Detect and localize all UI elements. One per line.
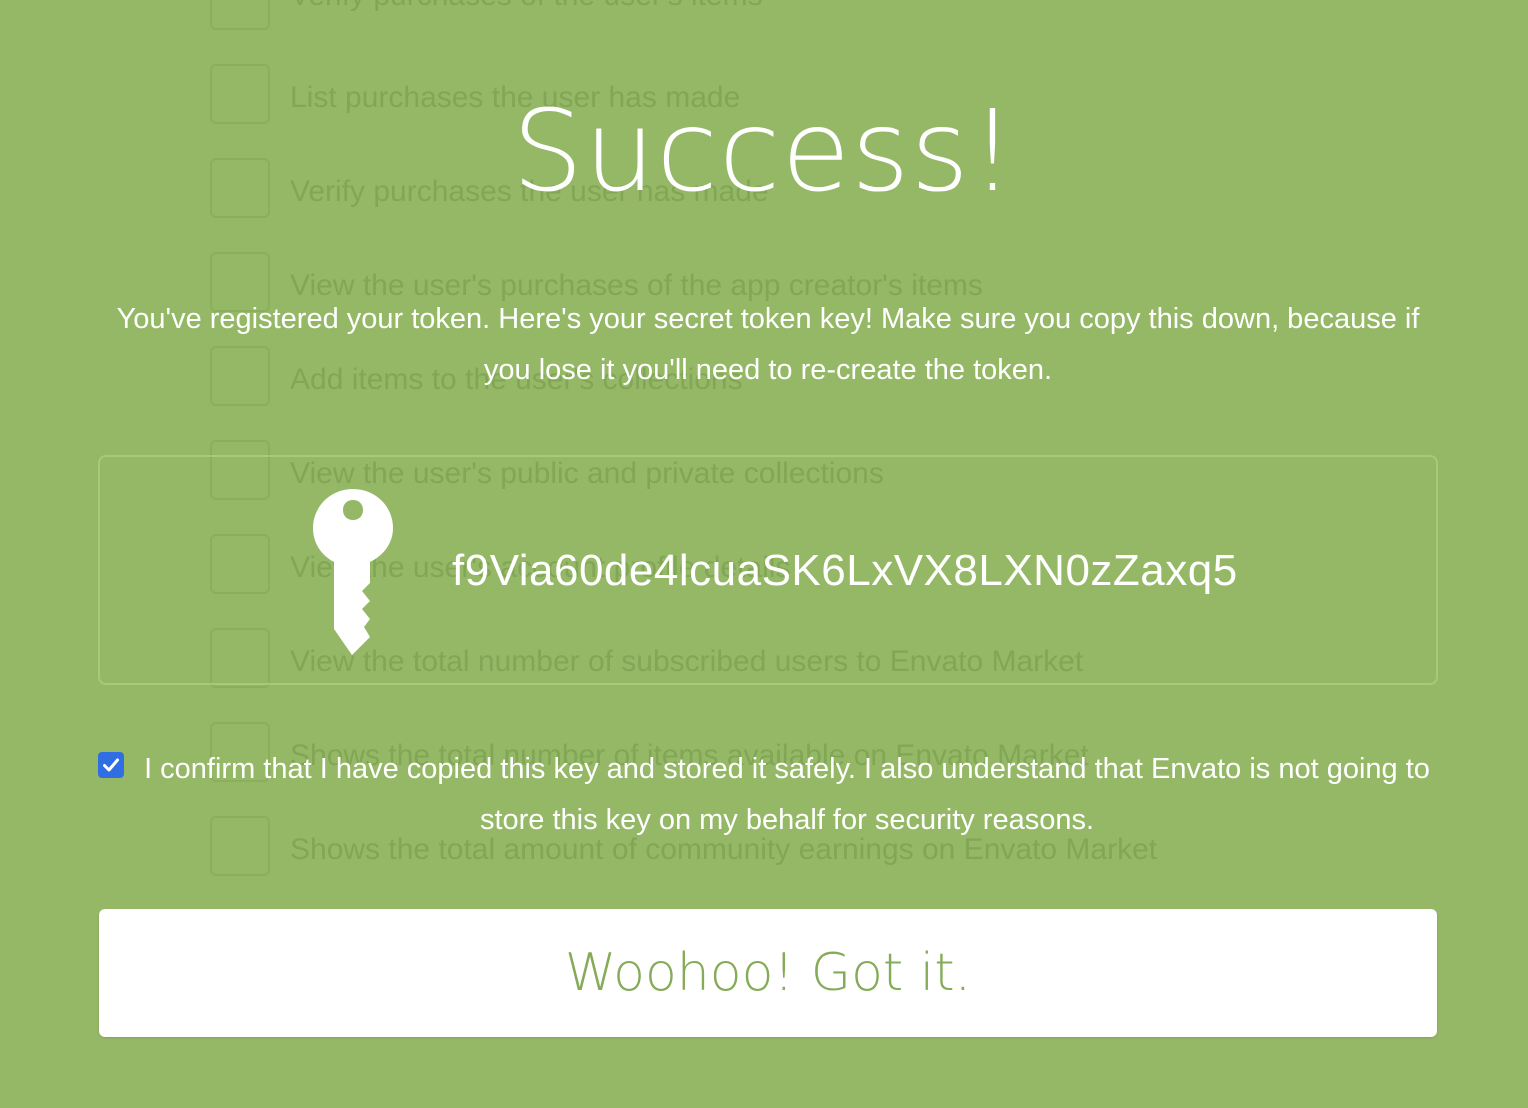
success-title: Success! bbox=[512, 87, 1016, 217]
key-icon bbox=[313, 489, 393, 655]
background-checkbox bbox=[210, 0, 270, 30]
got-it-button[interactable]: Woohoo! Got it. bbox=[99, 909, 1437, 1037]
background-permission-row: Verify purchases of the user's items bbox=[210, 0, 1310, 34]
token-box: f9Via60de4lcuaSK6LxVX8LXN0zZaxq5 bbox=[98, 455, 1438, 685]
token-key-value[interactable]: f9Via60de4lcuaSK6LxVX8LXN0zZaxq5 bbox=[452, 541, 1238, 601]
confirm-label: I confirm that I have copied this key an… bbox=[144, 753, 1430, 836]
success-message: You've registered your token. Here's you… bbox=[116, 303, 1420, 386]
background-permission-label: Verify purchases of the user's items bbox=[290, 0, 763, 16]
checkmark-icon bbox=[103, 758, 119, 772]
confirm-checkbox[interactable] bbox=[98, 752, 124, 778]
